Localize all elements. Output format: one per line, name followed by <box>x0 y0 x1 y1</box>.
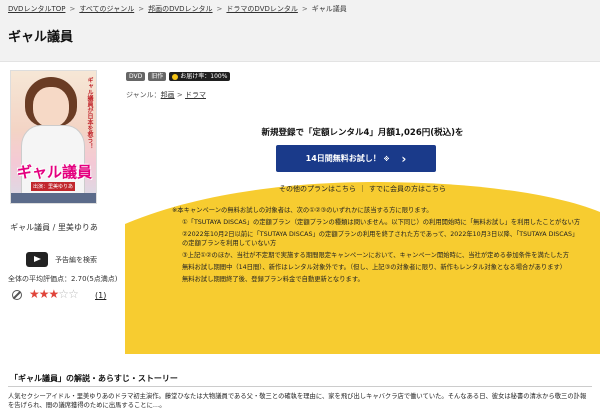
note-item-4: 無料お試し期間中（14日間）、新作はレンタル対象外です。（但し、上記③の対象者に… <box>182 264 567 271</box>
star-filled-icon: ★ <box>29 287 40 301</box>
cover-face <box>33 87 69 127</box>
chevron-right-icon: › <box>401 151 407 166</box>
breadcrumb-item-drama[interactable]: ドラマのDVDレンタル <box>226 5 297 13</box>
delivery-rate-text: お届け率：100% <box>180 73 228 80</box>
genre-label: ジャンル： <box>126 91 161 99</box>
cover-caption: ギャル議員 / 里美ゆりあ <box>10 223 98 232</box>
synopsis-text: 人気セクシーアイドル・里美ゆりあのドラマ初主演作。藤堂ひなたは大物議員である父・… <box>8 393 587 409</box>
promo-headline: 新規登録で「定額レンタル4」月額1,026円(税込)を <box>261 128 464 138</box>
cover-tagline: ギャル議員が日本を救う！ <box>86 77 93 149</box>
average-rating: 全体の平均評価点：2.70(5点満点) <box>8 274 118 284</box>
breadcrumb-separator: > <box>216 5 223 13</box>
link-separator: ｜ <box>358 185 366 193</box>
breadcrumb-separator: > <box>138 5 145 13</box>
breadcrumb-separator: > <box>69 5 76 13</box>
dvd-badge: DVD <box>126 72 146 81</box>
ban-icon[interactable] <box>12 290 22 300</box>
cover-title: ギャル議員 <box>17 163 93 181</box>
rating-label: 全体の平均評価点： <box>8 275 71 283</box>
rating-value: 2.70 <box>71 275 87 283</box>
note-item-1: ①「TSUTAYA DISCAS」の定額プラン（定額プランの種類は問いません。以… <box>182 219 581 226</box>
rating-scale-note: (5点満点) <box>86 275 118 283</box>
cover-cast: 出演：里美ゆりあ <box>31 182 76 191</box>
breadcrumb-item-all-genres[interactable]: すべてのジャンル <box>79 5 134 13</box>
free-trial-label: 14日間無料お試し！ ※ <box>305 154 390 163</box>
old-release-badge: 旧作 <box>148 72 167 81</box>
breadcrumb-item-japanese-films[interactable]: 邦画のDVDレンタル <box>148 5 212 13</box>
free-trial-button[interactable]: 14日間無料お試し！ ※ › <box>276 145 436 172</box>
genre-line: ジャンル：邦画 > ドラマ <box>126 90 206 100</box>
section-divider <box>8 386 592 387</box>
delivery-rate-badge: お届け率：100% <box>169 72 231 81</box>
note-item-5: 無料お試し期間終了後、登録プラン料金で自動更新となります。 <box>182 276 364 283</box>
star-filled-icon: ★ <box>38 287 50 301</box>
genre-item-japanese-film[interactable]: 邦画 <box>161 91 175 99</box>
cover-band <box>11 193 96 203</box>
breadcrumb: DVDレンタルTOP > すべてのジャンル > 邦画のDVDレンタル > ドラマのDVDレン… <box>8 4 347 14</box>
star-empty-icon: ☆ <box>58 287 69 301</box>
page-title: ギャル議員 <box>8 30 74 45</box>
page-header: DVDレンタルTOP > すべてのジャンル > 邦画のDVDレンタル > ドラマのDVDレン… <box>0 0 600 62</box>
other-links: その他のプランはこちら｜すでに会員の方はこちら <box>125 184 600 194</box>
genre-item-drama[interactable]: ドラマ <box>185 91 206 99</box>
other-plan-link[interactable]: その他のプランはこちら <box>279 185 356 193</box>
star-empty-icon: ☆ <box>68 287 79 301</box>
note-item-3: ③上記①②のほか、当社が不定期で実施する期間限定キャンペーンにおいて、キャンペー… <box>182 252 570 259</box>
breadcrumb-item-top[interactable]: DVDレンタルTOP <box>8 5 65 13</box>
review-count-link[interactable]: (1) <box>95 291 106 300</box>
star-rating: ★★★☆☆ <box>29 287 79 301</box>
breadcrumb-separator: > <box>301 5 308 13</box>
synopsis-section-title: 「ギャル議員」の解説・あらすじ・ストーリー <box>10 374 178 383</box>
note-intro: ※本キャンペーンの無料お試しの対象者は、次の①②③のいずれかに該当する方に限りま… <box>172 207 433 214</box>
star-filled-icon: ★ <box>48 287 60 301</box>
genre-separator: > <box>176 91 183 99</box>
cover-image[interactable]: ギャル議員が日本を救う！ ギャル議員 出演：里美ゆりあ <box>10 70 97 204</box>
campaign-notes: ※本キャンペーンの無料お試しの対象者は、次の①②③のいずれかに該当する方に限りま… <box>172 206 582 287</box>
breadcrumb-current: ギャル議員 <box>311 5 347 13</box>
badge-row: DVD 旧作 お届け率：100% <box>126 72 231 81</box>
delivery-dot-icon <box>172 73 179 80</box>
member-login-link[interactable]: すでに会員の方はこちら <box>369 185 446 193</box>
preview-search-label[interactable]: 予告編を検索 <box>55 255 97 265</box>
note-item-2: ②2022年10月2日以前に「TSUTAYA DISCAS」の定額プランの利用を… <box>182 231 579 247</box>
play-icon[interactable] <box>26 252 48 267</box>
